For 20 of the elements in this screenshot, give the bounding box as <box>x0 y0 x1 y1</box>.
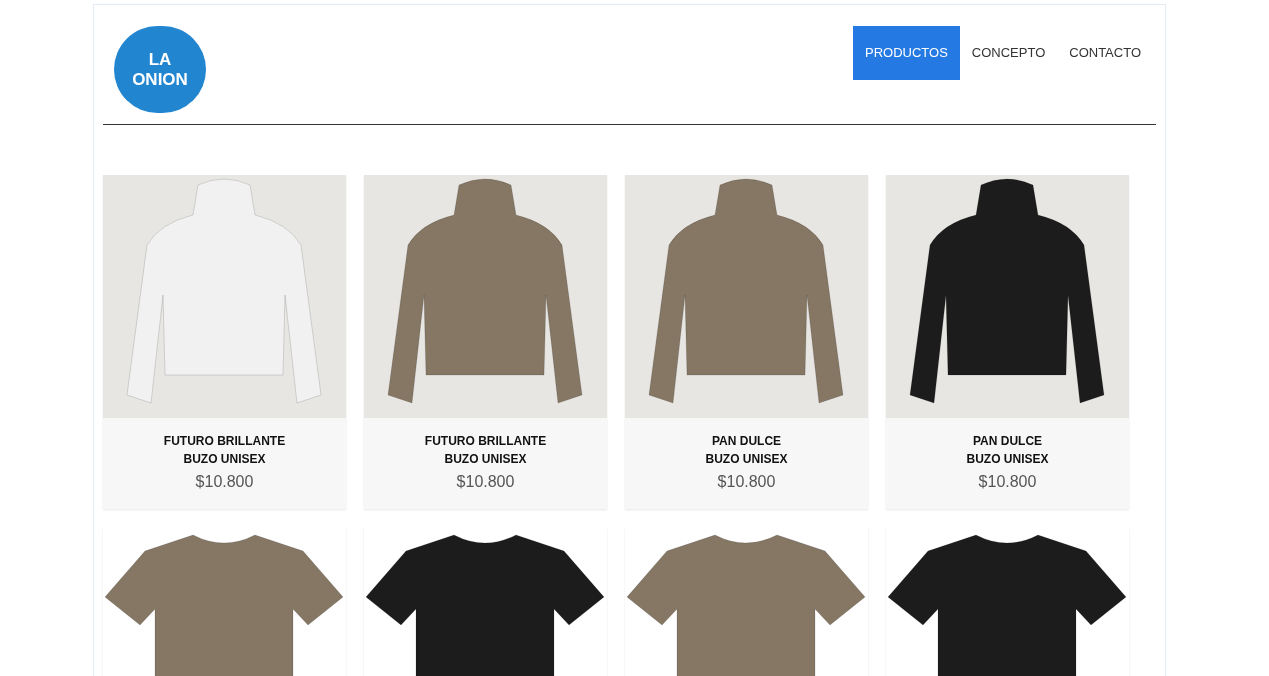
product-card[interactable]: FUTURO BRILLANTE BUZO UNISEX $10.800 <box>364 175 607 509</box>
nav-link[interactable]: CONCEPTO <box>959 26 1058 80</box>
nav-link[interactable]: CONTACTO <box>1057 26 1153 80</box>
product-price: $10.800 <box>717 472 776 492</box>
product-price: $10.800 <box>978 472 1037 492</box>
product-card[interactable]: PAN DULCE BUZO UNISEX $10.800 <box>886 175 1129 509</box>
product-title: PAN DULCE <box>972 433 1043 450</box>
product-type: BUZO UNISEX <box>705 451 788 468</box>
product-title: PAN DULCE <box>711 433 782 450</box>
product-title: FUTURO BRILLANTE <box>163 433 286 450</box>
product-price: $10.800 <box>456 472 515 492</box>
product-card[interactable]: FUTURO BRILLANTE BUZO UNISEX $10.800 <box>103 175 346 509</box>
logo[interactable]: LA ONION <box>114 26 206 113</box>
product-title: FUTURO BRILLANTE <box>424 433 547 450</box>
nav-link[interactable]: PRODUCTOS <box>853 26 960 80</box>
product-card[interactable]: PAN DULCE BUZO UNISEX $10.800 <box>625 175 868 509</box>
product-type: BUZO UNISEX <box>444 451 527 468</box>
product-price: $10.800 <box>195 472 254 492</box>
product-type: BUZO UNISEX <box>966 451 1049 468</box>
product-type: BUZO UNISEX <box>183 451 266 468</box>
